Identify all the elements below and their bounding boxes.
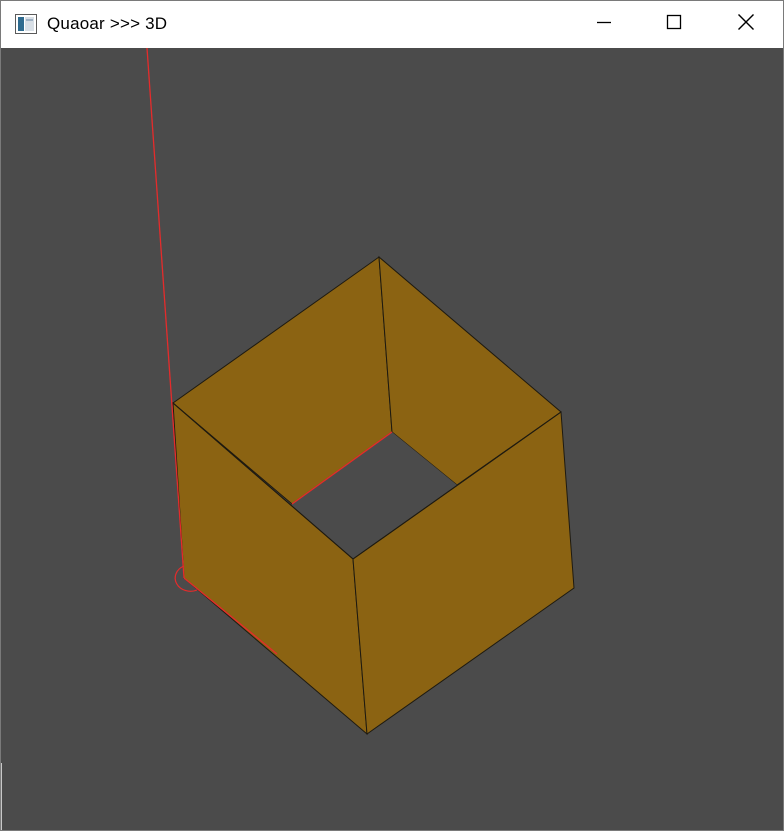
- viewport-bottom-strip: [1, 763, 783, 830]
- app-window-icon[interactable]: [15, 14, 37, 34]
- strip-edge: [1, 763, 2, 830]
- close-button[interactable]: [711, 1, 781, 48]
- minimize-icon: [596, 14, 612, 35]
- app-window: Quaoar >>> 3D: [0, 0, 784, 831]
- minimize-button[interactable]: [569, 1, 639, 48]
- window-title: Quaoar >>> 3D: [47, 14, 168, 33]
- close-icon: [737, 13, 755, 36]
- maximize-button[interactable]: [639, 1, 709, 48]
- title-bar[interactable]: Quaoar >>> 3D: [1, 1, 783, 48]
- maximize-icon: [666, 14, 682, 35]
- 3d-viewport[interactable]: [1, 48, 783, 763]
- axis-line-red: [146, 48, 185, 579]
- 3d-scene[interactable]: [1, 48, 783, 763]
